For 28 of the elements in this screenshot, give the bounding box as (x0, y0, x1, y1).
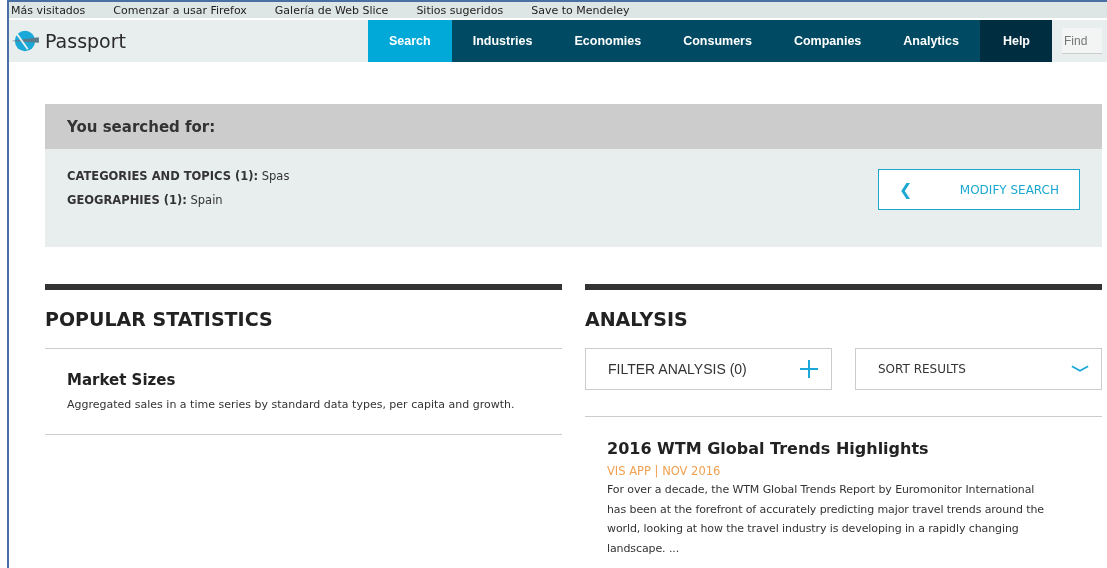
bookmark-link[interactable]: Más visitados (11, 3, 86, 17)
filter-analysis-button[interactable]: FILTER ANALYSIS (0) (585, 348, 832, 390)
result-summary: For over a decade, the WTM Global Trends Report by Euromonitor International has been at the forefront of accurately predicting major travel trends around the world, looking at how the travel industry is developing in a rapidly changing landscape. ... (607, 482, 1045, 557)
result-meta: VIS APP | NOV 2016 (607, 464, 722, 478)
chevron-down-icon (1071, 365, 1089, 373)
bookmark-link[interactable]: Save to Mendeley (531, 3, 630, 17)
nav-tab[interactable]: Economies (553, 20, 663, 62)
result-title[interactable]: 2016 WTM Global Trends Highlights (607, 439, 1080, 458)
sort-results-dropdown[interactable]: SORT RESULTS (855, 348, 1102, 390)
panel-title: You searched for: (67, 117, 216, 136)
nav-tab[interactable]: Analytics (882, 20, 980, 62)
find-field[interactable]: Find (1062, 28, 1102, 54)
chevron-left-icon: ❮ (899, 180, 913, 199)
item-title[interactable]: Market Sizes (67, 371, 540, 389)
bookmark-link[interactable]: Comenzar a usar Firefox (113, 3, 247, 17)
item-description: Aggregated sales in a time series by standard data types, per capita and growth. (67, 397, 516, 413)
criteria-text: GEOGRAPHIES (1): Spain (67, 193, 224, 207)
nav-tab[interactable]: Help (979, 20, 1052, 62)
criteria-text: CATEGORIES AND TOPICS (1): Spas (67, 169, 290, 183)
nav-tab[interactable]: Companies (772, 20, 883, 62)
bookmark-link[interactable]: Sitios sugeridos (416, 3, 504, 17)
nav-tab[interactable]: Industries (451, 20, 554, 62)
bookmark-link[interactable]: Galería de Web Slice (274, 3, 389, 17)
plus-icon (799, 359, 819, 379)
section-title: POPULAR STATISTICS (45, 308, 274, 330)
section-title: ANALYSIS (585, 308, 689, 330)
brand-name[interactable]: Passport (45, 30, 126, 52)
nav-tab[interactable]: Consumers (662, 20, 773, 62)
